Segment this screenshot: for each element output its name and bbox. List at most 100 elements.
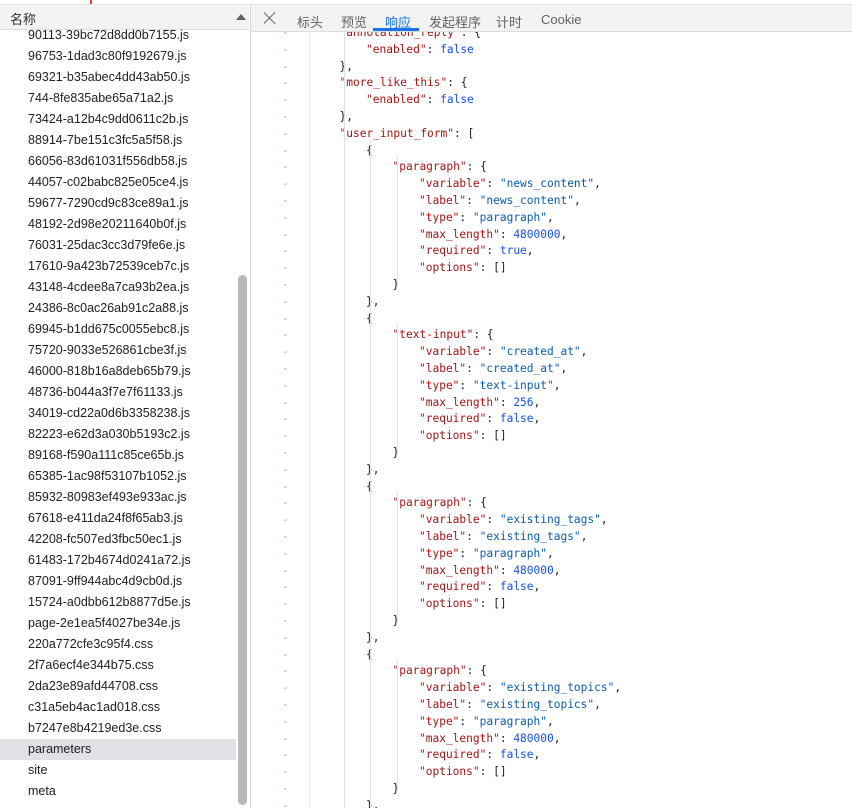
request-row[interactable]: 44057-c02babc825e05ce4.js — [0, 172, 236, 193]
fold-marker[interactable]: - — [282, 276, 289, 293]
code-token: "max_length" — [419, 563, 500, 577]
request-row[interactable]: 89168-f590a111c85ce65b.js — [0, 445, 236, 466]
fold-marker[interactable]: - — [282, 662, 289, 679]
request-row[interactable]: c31a5eb4ac1ad018.css — [0, 697, 236, 718]
request-list-scrollbar[interactable] — [237, 30, 249, 808]
request-row[interactable]: 2f7a6ecf4e344b75.css — [0, 655, 236, 676]
request-row[interactable]: 69945-b1dd675c0055ebc8.js — [0, 319, 236, 340]
fold-marker[interactable]: - — [282, 192, 289, 209]
fold-marker[interactable]: - — [282, 629, 289, 646]
request-row[interactable]: 15724-a0dbb612b8877d5e.js — [0, 592, 236, 613]
fold-marker[interactable]: - — [282, 713, 289, 730]
fold-marker[interactable]: - — [282, 91, 289, 108]
request-row[interactable]: 220a772cfe3c95f4.css — [0, 634, 236, 655]
request-row[interactable]: 42208-fc507ed3fbc50ec1.js — [0, 529, 236, 550]
request-row[interactable]: 65385-1ac98f53107b1052.js — [0, 466, 236, 487]
tab-headers[interactable]: 标头 — [297, 12, 323, 31]
fold-marker[interactable]: - — [282, 142, 289, 159]
response-code-view[interactable]: - "annotation_reply": {- "enabled": false -… — [251, 32, 852, 808]
request-row[interactable]: 17610-9a423b72539ceb7c.js — [0, 256, 236, 277]
fold-marker[interactable]: - — [282, 394, 289, 411]
request-row[interactable]: 48192-2d98e20211640b0f.js — [0, 214, 236, 235]
fold-marker[interactable]: - — [282, 343, 289, 360]
fold-marker[interactable]: - — [282, 612, 289, 629]
request-row[interactable]: 24386-8c0ac26ab91c2a88.js — [0, 298, 236, 319]
code-token: "required" — [419, 412, 487, 426]
fold-marker[interactable]: - — [282, 175, 289, 192]
fold-marker[interactable]: - — [282, 377, 289, 394]
tab-timing[interactable]: 计时 — [496, 12, 522, 31]
request-row[interactable]: 73424-a12b4c9dd0611c2b.js — [0, 109, 236, 130]
fold-marker[interactable]: - — [282, 125, 289, 142]
request-row[interactable]: 96753-1dad3c80f9192679.js — [0, 46, 236, 67]
fold-marker[interactable]: - — [282, 646, 289, 663]
request-row[interactable]: 76031-25dac3cc3d79fe6e.js — [0, 235, 236, 256]
request-row[interactable]: 2da23e89afd44708.css — [0, 676, 236, 697]
fold-marker[interactable]: - — [282, 730, 289, 747]
request-row[interactable]: 43148-4cdee8a7ca93b2ea.js — [0, 277, 236, 298]
request-row[interactable]: 34019-cd22a0d6b3358238.js — [0, 403, 236, 424]
request-row[interactable]: 61483-172b4674d0241a72.js — [0, 550, 236, 571]
request-row[interactable]: 46000-818b16a8deb65b79.js — [0, 361, 236, 382]
fold-marker[interactable]: - — [282, 679, 289, 696]
fold-marker[interactable]: - — [282, 763, 289, 780]
fold-marker[interactable]: - — [282, 746, 289, 763]
fold-marker[interactable]: - — [282, 797, 289, 808]
request-row[interactable]: meta — [0, 781, 236, 802]
fold-marker[interactable]: - — [282, 461, 289, 478]
fold-marker[interactable]: - — [282, 427, 289, 444]
close-icon[interactable] — [261, 9, 279, 27]
request-row[interactable]: 87091-9ff944abc4d9cb0d.js — [0, 571, 236, 592]
fold-marker[interactable]: - — [282, 108, 289, 125]
fold-marker[interactable]: - — [282, 326, 289, 343]
request-row[interactable]: 59677-7290cd9c83ce89a1.js — [0, 193, 236, 214]
fold-marker[interactable]: - — [282, 595, 289, 612]
fold-marker[interactable]: - — [282, 41, 289, 58]
request-row[interactable]: parameters — [0, 739, 236, 760]
code-text: "options": [] — [419, 763, 507, 780]
tab-cookie[interactable]: Cookie — [541, 12, 581, 27]
request-row[interactable]: 48736-b044a3f7e7f61133.js — [0, 382, 236, 403]
fold-marker[interactable]: - — [282, 360, 289, 377]
request-row[interactable]: site — [0, 760, 236, 781]
request-row[interactable]: b7247e8b4219ed3e.css — [0, 718, 236, 739]
tab-initiator[interactable]: 发起程序 — [429, 12, 481, 31]
fold-marker[interactable]: - — [282, 74, 289, 91]
fold-marker[interactable]: - — [282, 478, 289, 495]
fold-marker[interactable]: - — [282, 578, 289, 595]
request-row[interactable]: 85932-80983ef493e933ac.js — [0, 487, 236, 508]
fold-marker[interactable]: - — [282, 410, 289, 427]
request-row[interactable]: page-2e1ea5f4027be34e.js — [0, 613, 236, 634]
fold-marker[interactable]: - — [282, 310, 289, 327]
request-row[interactable]: 88914-7be151c3fc5a5f58.js — [0, 130, 236, 151]
fold-marker[interactable]: - — [282, 242, 289, 259]
request-row[interactable]: 82223-e62d3a030b5193c2.js — [0, 424, 236, 445]
request-row[interactable]: 75720-9033e526861cbe3f.js — [0, 340, 236, 361]
fold-marker[interactable]: - — [282, 226, 289, 243]
code-token: , — [600, 513, 608, 527]
request-row[interactable]: 66056-83d61031f556db58.js — [0, 151, 236, 172]
code-token: : [] — [479, 261, 507, 275]
request-row[interactable]: 67618-e411da24f8f65ab3.js — [0, 508, 236, 529]
fold-marker[interactable]: - — [282, 209, 289, 226]
request-row[interactable]: 90113-39bc72d8dd0b7155.js — [0, 25, 236, 46]
fold-marker[interactable]: - — [282, 494, 289, 511]
request-row[interactable]: 69321-b35abec4dd43ab50.js — [0, 67, 236, 88]
fold-marker[interactable]: - — [282, 528, 289, 545]
fold-marker[interactable]: - — [282, 780, 289, 797]
fold-marker[interactable]: - — [282, 32, 289, 41]
fold-marker[interactable]: - — [282, 696, 289, 713]
fold-marker[interactable]: - — [282, 511, 289, 528]
fold-marker[interactable]: - — [282, 545, 289, 562]
fold-marker[interactable]: - — [282, 58, 289, 75]
fold-marker[interactable]: - — [282, 562, 289, 579]
fold-marker[interactable]: - — [282, 259, 289, 276]
fold-marker[interactable]: - — [282, 293, 289, 310]
fold-marker[interactable]: - — [282, 158, 289, 175]
code-token: : — [499, 395, 514, 409]
request-row[interactable]: 744-8fe835abe65a71a2.js — [0, 88, 236, 109]
tab-preview[interactable]: 预览 — [341, 12, 367, 31]
scrollbar-thumb[interactable] — [238, 275, 247, 805]
sort-up-icon[interactable] — [236, 14, 246, 20]
fold-marker[interactable]: - — [282, 444, 289, 461]
